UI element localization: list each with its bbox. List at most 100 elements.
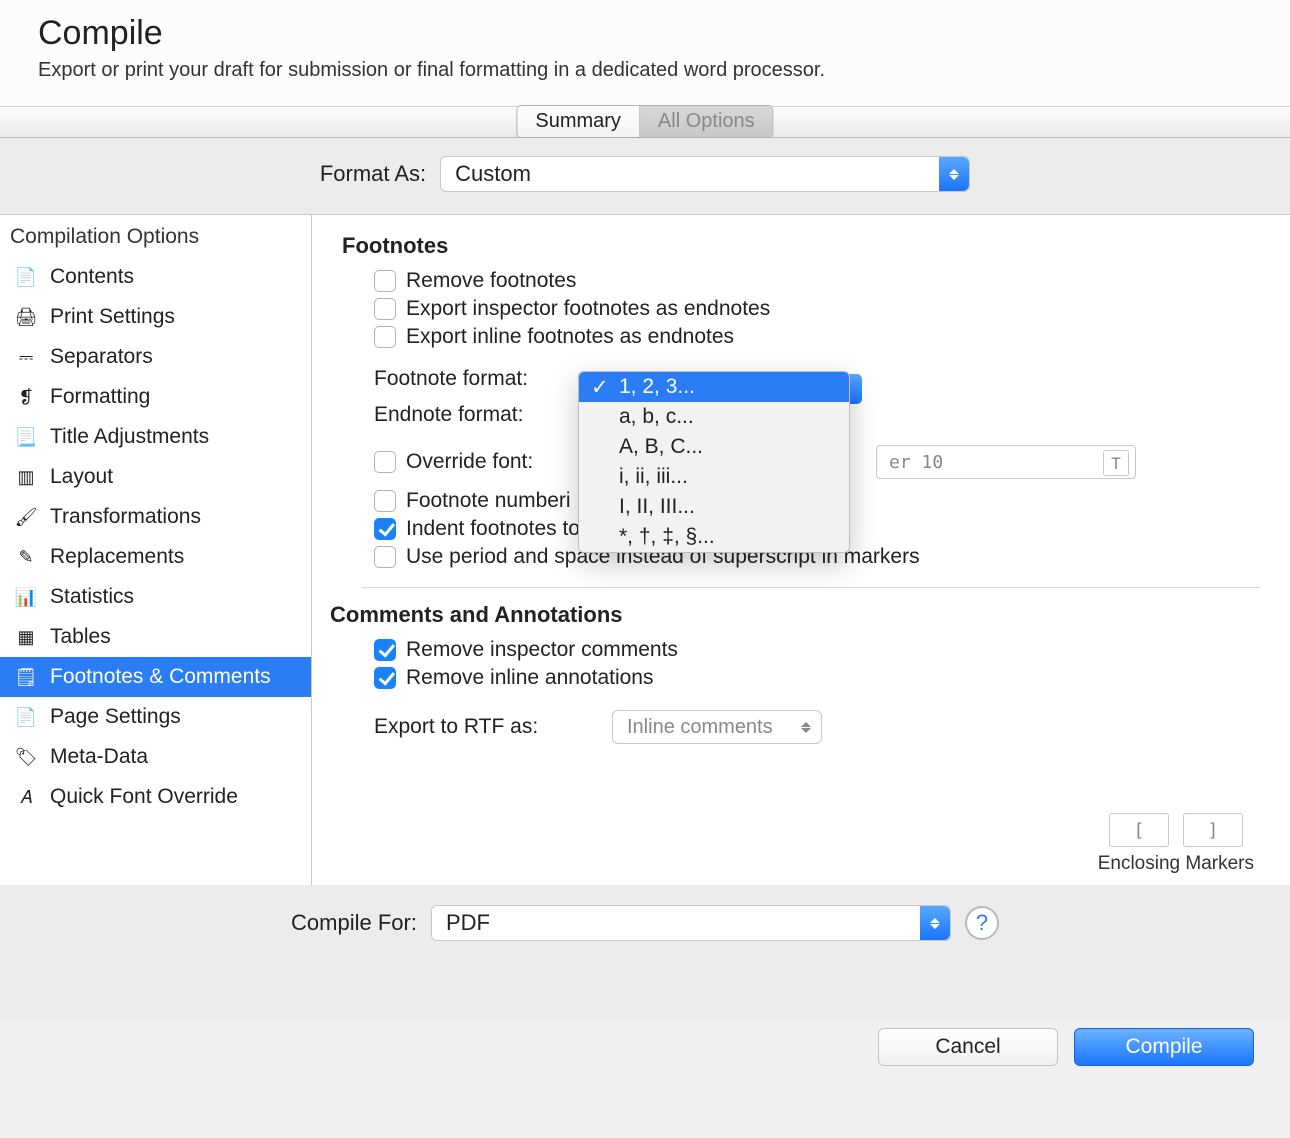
sidebar-item-label: Print Settings xyxy=(50,305,175,329)
checkbox-remove-inspector-comments[interactable] xyxy=(374,639,396,661)
divider xyxy=(362,587,1260,588)
sidebar-item-separators[interactable]: ⎓ Separators xyxy=(0,337,311,377)
footnote-format-select[interactable] xyxy=(848,374,862,404)
enclosing-markers: [ ] Enclosing Markers xyxy=(1098,813,1254,875)
export-rtf-label: Export to RTF as: xyxy=(374,715,594,739)
enclosing-markers-label: Enclosing Markers xyxy=(1098,853,1254,875)
sidebar-item-label: Quick Font Override xyxy=(50,785,238,809)
sidebar-item-label: Footnotes & Comments xyxy=(50,665,271,689)
sidebar-item-page-settings[interactable]: 📄 Page Settings xyxy=(0,697,311,737)
sidebar-item-label: Tables xyxy=(50,625,111,649)
sidebar-item-icon: ❡ xyxy=(12,383,40,411)
chevron-updown-icon xyxy=(920,906,950,940)
sidebar-item-footnotes-comments[interactable]: 🗒 Footnotes & Comments xyxy=(0,657,311,697)
sidebar-item-icon: 𝐴 xyxy=(12,783,40,811)
format-as-label: Format As: xyxy=(320,161,426,187)
sidebar-item-contents[interactable]: 📄 Contents xyxy=(0,257,311,297)
sidebar-item-icon: 📄 xyxy=(12,263,40,291)
sidebar-item-label: Statistics xyxy=(50,585,134,609)
cancel-button[interactable]: Cancel xyxy=(878,1028,1058,1066)
sidebar-item-label: Replacements xyxy=(50,545,184,569)
sidebar-item-icon: 🖌 xyxy=(12,503,40,531)
chevron-updown-icon xyxy=(939,157,969,191)
sidebar-item-label: Page Settings xyxy=(50,705,181,729)
page-title: Compile xyxy=(38,14,1252,53)
sidebar-item-icon: ▥ xyxy=(12,463,40,491)
tab-summary[interactable]: Summary xyxy=(517,106,640,137)
sidebar-item-icon: ⎓ xyxy=(12,343,40,371)
checkbox-footnote-numbering[interactable] xyxy=(374,490,396,512)
options-panel: Footnotes Remove footnotes Export inspec… xyxy=(312,215,1290,885)
checkbox-remove-footnotes[interactable] xyxy=(374,270,396,292)
sidebar-item-meta-data[interactable]: 🏷 Meta-Data xyxy=(0,737,311,777)
sidebar-item-tables[interactable]: ▦ Tables xyxy=(0,617,311,657)
footnotes-heading: Footnotes xyxy=(342,233,1260,259)
sidebar-item-label: Transformations xyxy=(50,505,201,529)
sidebar-item-statistics[interactable]: 📊 Statistics xyxy=(0,577,311,617)
label-remove-inspector-comments: Remove inspector comments xyxy=(406,638,678,662)
popup-item[interactable]: I, II, III... xyxy=(579,492,849,522)
header: Compile Export or print your draft for s… xyxy=(0,0,1290,106)
sidebar-item-icon: 📄 xyxy=(12,703,40,731)
popup-item[interactable]: A, B, C... xyxy=(579,432,849,462)
sidebar-item-icon: ▦ xyxy=(12,623,40,651)
checkbox-export-inline-endnotes[interactable] xyxy=(374,326,396,348)
compile-for-label: Compile For: xyxy=(291,910,417,936)
compile-for-select[interactable]: PDF xyxy=(431,905,951,941)
format-as-value: Custom xyxy=(455,161,531,187)
popup-item[interactable]: a, b, c... xyxy=(579,402,849,432)
checkbox-override-font[interactable] xyxy=(374,451,396,473)
label-footnote-numbering: Footnote numberi xyxy=(406,489,571,513)
sidebar-item-transformations[interactable]: 🖌 Transformations xyxy=(0,497,311,537)
sidebar-title: Compilation Options xyxy=(0,221,311,257)
sidebar-item-label: Meta-Data xyxy=(50,745,148,769)
popup-item[interactable]: *, †, ‡, §... xyxy=(579,522,849,552)
tab-all-options[interactable]: All Options xyxy=(640,106,773,137)
label-override-font: Override font: xyxy=(406,450,566,474)
override-font-field[interactable]: er 10 T xyxy=(876,445,1136,479)
tabs-bar: Summary All Options xyxy=(0,106,1290,138)
comments-heading: Comments and Annotations xyxy=(330,602,1260,628)
sidebar-item-print-settings[interactable]: 🖨 Print Settings xyxy=(0,297,311,337)
help-button[interactable]: ? xyxy=(965,906,999,940)
sidebar: Compilation Options 📄 Contents 🖨 Print Sett… xyxy=(0,215,312,885)
sidebar-item-label: Separators xyxy=(50,345,153,369)
sidebar-item-icon: 🗒 xyxy=(12,663,40,691)
footnote-format-popup[interactable]: 1, 2, 3...a, b, c...A, B, C...i, ii, iii… xyxy=(578,371,850,553)
label-remove-footnotes: Remove footnotes xyxy=(406,269,576,293)
sidebar-item-icon: 📊 xyxy=(12,583,40,611)
sidebar-item-layout[interactable]: ▥ Layout xyxy=(0,457,311,497)
sidebar-item-replacements[interactable]: ✎ Replacements xyxy=(0,537,311,577)
sidebar-item-title-adjustments[interactable]: 📃 Title Adjustments xyxy=(0,417,311,457)
label-remove-inline-annotations: Remove inline annotations xyxy=(406,666,654,690)
sidebar-item-icon: 🏷 xyxy=(12,743,40,771)
sidebar-item-label: Title Adjustments xyxy=(50,425,209,449)
footnote-format-label: Footnote format: xyxy=(374,367,564,391)
checkbox-indent-footnotes[interactable] xyxy=(374,518,396,540)
export-rtf-select[interactable]: Inline comments xyxy=(612,710,822,744)
chevron-updown-icon xyxy=(791,711,821,743)
checkbox-remove-inline-annotations[interactable] xyxy=(374,667,396,689)
endnote-format-label: Endnote format: xyxy=(374,403,564,427)
format-as-select[interactable]: Custom xyxy=(440,156,970,192)
enclosing-right-input[interactable]: ] xyxy=(1183,813,1243,847)
compile-button[interactable]: Compile xyxy=(1074,1028,1254,1066)
page-subtitle: Export or print your draft for submissio… xyxy=(38,59,1252,82)
format-as-row: Format As: Custom xyxy=(0,138,1290,215)
checkbox-use-period[interactable] xyxy=(374,546,396,568)
font-picker-icon[interactable]: T xyxy=(1103,450,1129,476)
popup-item[interactable]: i, ii, iii... xyxy=(579,462,849,492)
sidebar-item-icon: ✎ xyxy=(12,543,40,571)
sidebar-item-label: Contents xyxy=(50,265,134,289)
sidebar-item-quick-font-override[interactable]: 𝐴 Quick Font Override xyxy=(0,777,311,817)
sidebar-item-formatting[interactable]: ❡ Formatting xyxy=(0,377,311,417)
enclosing-left-input[interactable]: [ xyxy=(1109,813,1169,847)
checkbox-export-inspector-endnotes[interactable] xyxy=(374,298,396,320)
sidebar-item-label: Layout xyxy=(50,465,113,489)
sidebar-item-icon: 🖨 xyxy=(12,303,40,331)
label-export-inline-endnotes: Export inline footnotes as endnotes xyxy=(406,325,734,349)
popup-item[interactable]: 1, 2, 3... xyxy=(579,372,849,402)
sidebar-item-label: Formatting xyxy=(50,385,150,409)
sidebar-item-icon: 📃 xyxy=(12,423,40,451)
bottom-bar: Compile For: PDF ? xyxy=(0,885,1290,1021)
